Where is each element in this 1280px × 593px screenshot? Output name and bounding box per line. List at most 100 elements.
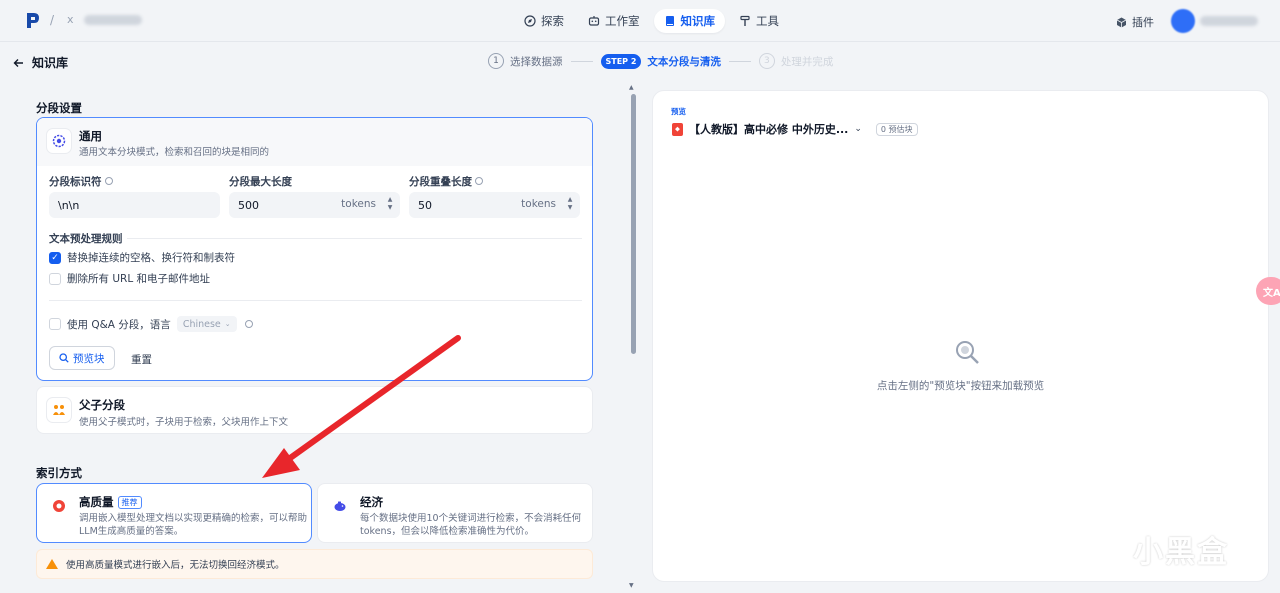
nav-explore[interactable]: 探索: [514, 9, 574, 33]
user-name-redacted[interactable]: [1200, 16, 1258, 26]
app-logo[interactable]: [26, 12, 40, 29]
translate-float-button[interactable]: 文A: [1256, 277, 1280, 305]
step-indicator: 1 选择数据源 STEP 2 文本分段与清洗 3 处理并完成: [488, 53, 833, 69]
preprocess-rules-title: 文本预处理规则: [49, 233, 123, 245]
help-icon[interactable]: [475, 177, 483, 185]
step-3-label: 处理并完成: [780, 55, 834, 68]
language-select-value: Chinese: [182, 318, 221, 330]
parent-child-mode-card[interactable]: 父子分段 使用父子模式时，子块用于检索，父块用作上下文: [36, 386, 593, 434]
max-length-label: 分段最大长度: [229, 176, 292, 188]
high-quality-title: 高质量: [79, 495, 114, 509]
step-3-number: 3: [758, 53, 775, 69]
max-length-input[interactable]: 500 tokens ▲ ▼: [229, 192, 400, 218]
search-preview-icon: [956, 341, 979, 364]
rule-remove-urls-label: 删除所有 URL 和电子邮件地址: [67, 273, 211, 285]
chevron-down-icon[interactable]: ⌄: [854, 124, 862, 134]
segmentation-title: 分段设置: [36, 101, 82, 115]
step-1-label: 选择数据源: [510, 55, 563, 68]
warning-icon: [46, 559, 58, 569]
checkbox-unchecked[interactable]: [49, 272, 61, 285]
general-mode-header[interactable]: 通用 通用文本分块模式，检索和召回的块是相同的: [37, 118, 592, 166]
help-icon[interactable]: [244, 320, 253, 328]
watermark-text: 小黑盒: [1133, 535, 1229, 570]
rule-remove-urls[interactable]: 删除所有 URL 和电子邮件地址: [49, 271, 210, 286]
index-warning: 使用高质量模式进行嵌入后，无法切换回经济模式。: [36, 549, 593, 579]
workspace-name-redacted[interactable]: [84, 15, 142, 25]
piggy-bank-icon: [334, 501, 346, 511]
high-quality-desc-1: 调用嵌入模型处理文档以实现更精确的检索，可以帮助: [79, 513, 308, 524]
general-icon-box: [46, 128, 72, 154]
nav-studio[interactable]: 工作室: [578, 9, 650, 33]
workspace-separator: /: [50, 13, 55, 27]
nav-knowledge[interactable]: 知识库: [653, 9, 725, 33]
general-mode-card[interactable]: 通用 通用文本分块模式，检索和召回的块是相同的 分段标识符 分段最大长度 分段重…: [36, 117, 593, 381]
checkbox-unchecked[interactable]: [49, 318, 61, 330]
stepper-icon[interactable]: ▲ ▼: [386, 196, 394, 212]
back-link-label: 知识库: [32, 56, 69, 70]
cube-icon: [1116, 17, 1127, 27]
document-selector[interactable]: ⬥ 【人教版】高中必修 中外历史... ⌄ 0 预估块: [672, 121, 918, 137]
avatar[interactable]: [1171, 9, 1195, 33]
settings-pane: 分段设置 通用 通用文本分块模式，检索和召回的块是相同的 分段标识符 分段最大长…: [27, 90, 607, 590]
high-quality-icon: [53, 500, 65, 512]
economy-card[interactable]: 经济 每个数据块使用10个关键词进行检索，不会消耗任何 tokens，但会以降低…: [317, 483, 593, 543]
compass-icon: [524, 15, 536, 27]
overlap-label-text: 分段重叠长度: [409, 176, 472, 188]
scrollbar-thumb[interactable]: [631, 94, 636, 354]
scroll-up-icon[interactable]: ▲: [629, 84, 634, 91]
gear-icon: [52, 134, 66, 148]
stepper-icon[interactable]: ▲ ▼: [566, 196, 574, 212]
high-quality-card[interactable]: 高质量 推荐 调用嵌入模型处理文档以实现更精确的检索，可以帮助 LLM生成高质量的…: [36, 483, 312, 543]
settings-scrollbar[interactable]: ▲ ▼: [629, 84, 637, 589]
nav-studio-label: 工作室: [605, 14, 640, 28]
economy-title: 经济: [360, 495, 383, 509]
economy-desc-2: tokens，但会以降低检索准确性为代价。: [360, 526, 535, 537]
main-nav: 探索 工作室 知识库 工具: [514, 9, 789, 33]
back-link[interactable]: 知识库: [13, 54, 68, 71]
plugin-link[interactable]: 插件: [1116, 14, 1154, 30]
delimiter-label-text: 分段标识符: [49, 176, 102, 188]
parent-child-icon: [53, 405, 65, 415]
delimiter-input[interactable]: \n\n: [49, 192, 220, 218]
hammer-icon: [740, 15, 750, 26]
reset-button[interactable]: 重置: [131, 352, 152, 367]
overlap-label: 分段重叠长度: [409, 174, 483, 189]
watermark: 小黑盒: [1085, 527, 1229, 571]
rule-replace-whitespace[interactable]: ✓ 替换掉连续的空格、换行符和制表符: [49, 250, 235, 265]
delimiter-value: \n\n: [58, 198, 80, 212]
scroll-down-icon[interactable]: ▼: [629, 582, 634, 589]
delimiter-label: 分段标识符: [49, 174, 113, 189]
high-quality-title-row: 高质量 推荐: [79, 494, 142, 510]
document-name: 【人教版】高中必修 中外历史...: [689, 123, 849, 136]
economy-desc-1: 每个数据块使用10个关键词进行检索，不会消耗任何: [360, 513, 582, 524]
language-select[interactable]: Chinese ⌄: [176, 316, 237, 332]
plugin-label: 插件: [1132, 16, 1154, 29]
chevron-down-icon: ⌄: [224, 320, 231, 328]
book-icon: [665, 16, 674, 26]
step-connector: [570, 60, 593, 62]
step-2-pill: STEP 2: [600, 53, 642, 69]
max-length-unit: tokens: [341, 198, 376, 210]
step-2-label: 文本分段与清洗: [647, 55, 721, 68]
rules-divider: [127, 238, 582, 239]
rule-replace-whitespace-label: 替换掉连续的空格、换行符和制表符: [67, 252, 235, 264]
parent-child-icon-box: [46, 397, 72, 423]
translate-icon: 文A: [1263, 287, 1280, 299]
recommended-badge: 推荐: [117, 496, 142, 509]
overlap-input[interactable]: 50 tokens ▲ ▼: [409, 192, 580, 218]
nav-tools[interactable]: 工具: [729, 9, 789, 33]
parent-child-title: 父子分段: [79, 398, 125, 412]
help-icon[interactable]: [104, 177, 113, 185]
general-mode-title: 通用: [79, 129, 102, 143]
nav-explore-label: 探索: [541, 14, 564, 28]
parent-child-desc: 使用父子模式时，子块用于检索，父块用作上下文: [79, 417, 289, 428]
checkbox-checked[interactable]: ✓: [49, 251, 61, 264]
watermark-logo-icon: [1086, 528, 1124, 570]
workspace-initial[interactable]: x: [67, 13, 74, 26]
index-warning-text: 使用高质量模式进行嵌入后，无法切换回经济模式。: [66, 560, 285, 571]
preview-label: 预览: [671, 107, 686, 116]
qa-segment-option[interactable]: 使用 Q&A 分段，语言 Chinese ⌄: [49, 316, 253, 332]
high-quality-icon-box: [46, 493, 72, 519]
preview-chunks-button[interactable]: 预览块: [49, 346, 115, 370]
step-connector: [728, 60, 751, 62]
